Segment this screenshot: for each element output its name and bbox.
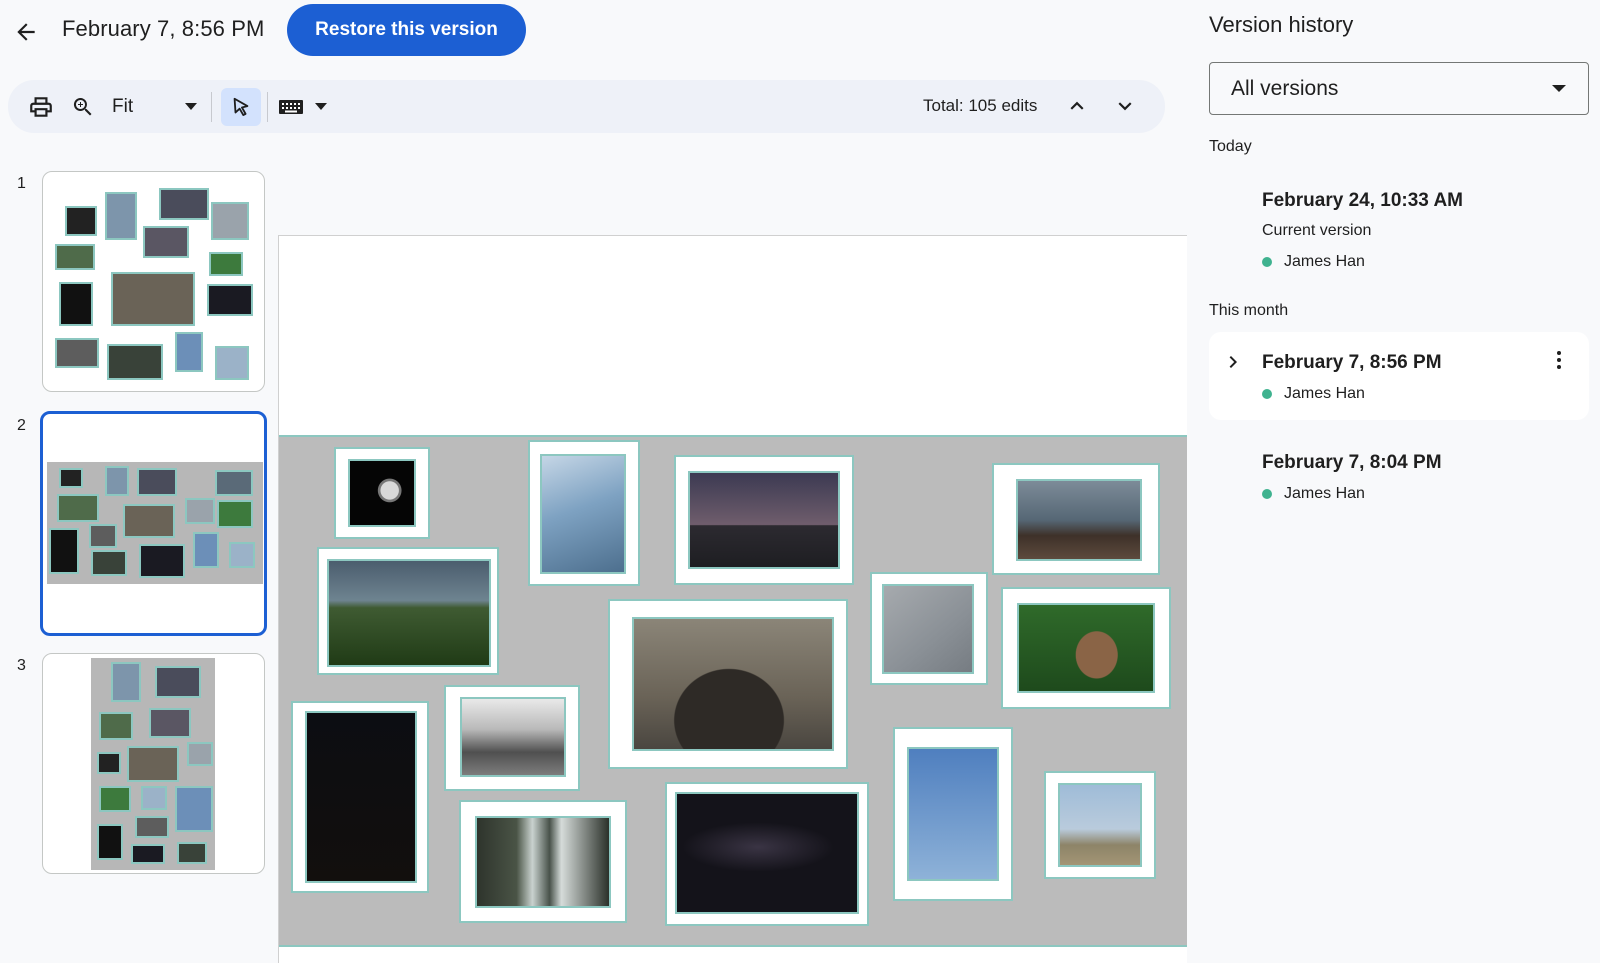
photo-stone-gate[interactable]: [608, 599, 848, 769]
photo-truck-dusk[interactable]: [674, 455, 854, 585]
chevron-right-icon[interactable]: [1221, 350, 1245, 374]
version-date: February 7, 8:56 PM: [1262, 352, 1442, 373]
slide-number: 2: [17, 417, 26, 434]
toolbar: Fit Total: 105 edits: [8, 80, 1165, 133]
photo-railing-sea[interactable]: [992, 463, 1160, 575]
slide-canvas[interactable]: [278, 235, 1187, 963]
back-button[interactable]: [8, 14, 44, 50]
photo-seagull[interactable]: [870, 572, 988, 685]
author-name: James Han: [1284, 253, 1365, 270]
version-history-panel: Version history All versions Today Febru…: [1188, 0, 1600, 963]
section-label-this-month: This month: [1209, 302, 1289, 319]
slide-number: 3: [17, 657, 26, 674]
cursor-icon: [233, 97, 249, 116]
photo-bridge-sky[interactable]: [893, 727, 1013, 901]
version-title: February 7, 8:56 PM: [62, 16, 265, 41]
photo-city-skyline[interactable]: [1044, 771, 1156, 879]
toolbar-divider: [211, 92, 212, 122]
photo-night-sky-rocks[interactable]: [291, 701, 429, 893]
print-button[interactable]: [27, 93, 55, 121]
slide-thumbnail-3[interactable]: [42, 653, 265, 874]
caret-down-icon[interactable]: [315, 103, 327, 111]
version-author: James Han: [1262, 385, 1365, 403]
version-author: James Han: [1262, 253, 1365, 271]
photo-milky-way[interactable]: [665, 782, 869, 926]
arrow-left-icon: [17, 23, 35, 41]
select-tool-button[interactable]: [221, 88, 261, 126]
version-author: James Han: [1262, 485, 1365, 503]
photo-waterfall[interactable]: [459, 800, 627, 923]
version-date: February 24, 10:33 AM: [1262, 190, 1463, 211]
toolbar-divider: [267, 92, 268, 122]
zoom-button[interactable]: [69, 93, 97, 121]
author-color-dot: [1262, 389, 1272, 399]
input-tools-button[interactable]: [276, 93, 306, 121]
author-name: James Han: [1284, 385, 1365, 402]
photo-rainbow-hills[interactable]: [317, 547, 499, 675]
slide-thumbnail-2[interactable]: [40, 411, 267, 636]
slide-number: 1: [17, 175, 26, 192]
chevron-up-icon[interactable]: [1064, 93, 1090, 119]
photo-deer[interactable]: [1001, 587, 1171, 709]
caret-down-icon[interactable]: [185, 103, 197, 111]
version-filter-value: All versions: [1231, 77, 1339, 100]
caret-down-icon: [1552, 85, 1566, 92]
version-item[interactable]: February 7, 8:04 PM James Han: [1209, 440, 1589, 510]
version-item[interactable]: February 24, 10:33 AM Current version Ja…: [1209, 178, 1589, 278]
zoom-icon: [73, 98, 92, 116]
version-date: February 7, 8:04 PM: [1262, 452, 1442, 473]
slide-thumbnail-1[interactable]: [42, 171, 265, 392]
photo-glass-tower[interactable]: [528, 440, 640, 586]
keyboard-icon: [279, 100, 303, 114]
total-edits-count: Total: 105 edits: [923, 96, 1038, 115]
more-vert-icon[interactable]: [1547, 348, 1571, 372]
author-name: James Han: [1284, 485, 1365, 502]
author-color-dot: [1262, 257, 1272, 267]
photo-moon[interactable]: [334, 447, 430, 539]
restore-version-button[interactable]: Restore this version: [287, 4, 526, 56]
photo-campus-tower[interactable]: [444, 685, 580, 791]
print-icon: [30, 97, 52, 117]
zoom-select[interactable]: Fit: [112, 96, 133, 118]
panel-title: Version history: [1209, 12, 1354, 37]
version-item-selected[interactable]: February 7, 8:56 PM James Han: [1209, 332, 1589, 420]
author-color-dot: [1262, 489, 1272, 499]
section-label-today: Today: [1209, 138, 1252, 155]
chevron-down-icon[interactable]: [1112, 93, 1138, 119]
version-subtitle: Current version: [1262, 222, 1372, 239]
photo-collage: [279, 435, 1187, 947]
version-filter-select[interactable]: All versions: [1209, 62, 1589, 115]
